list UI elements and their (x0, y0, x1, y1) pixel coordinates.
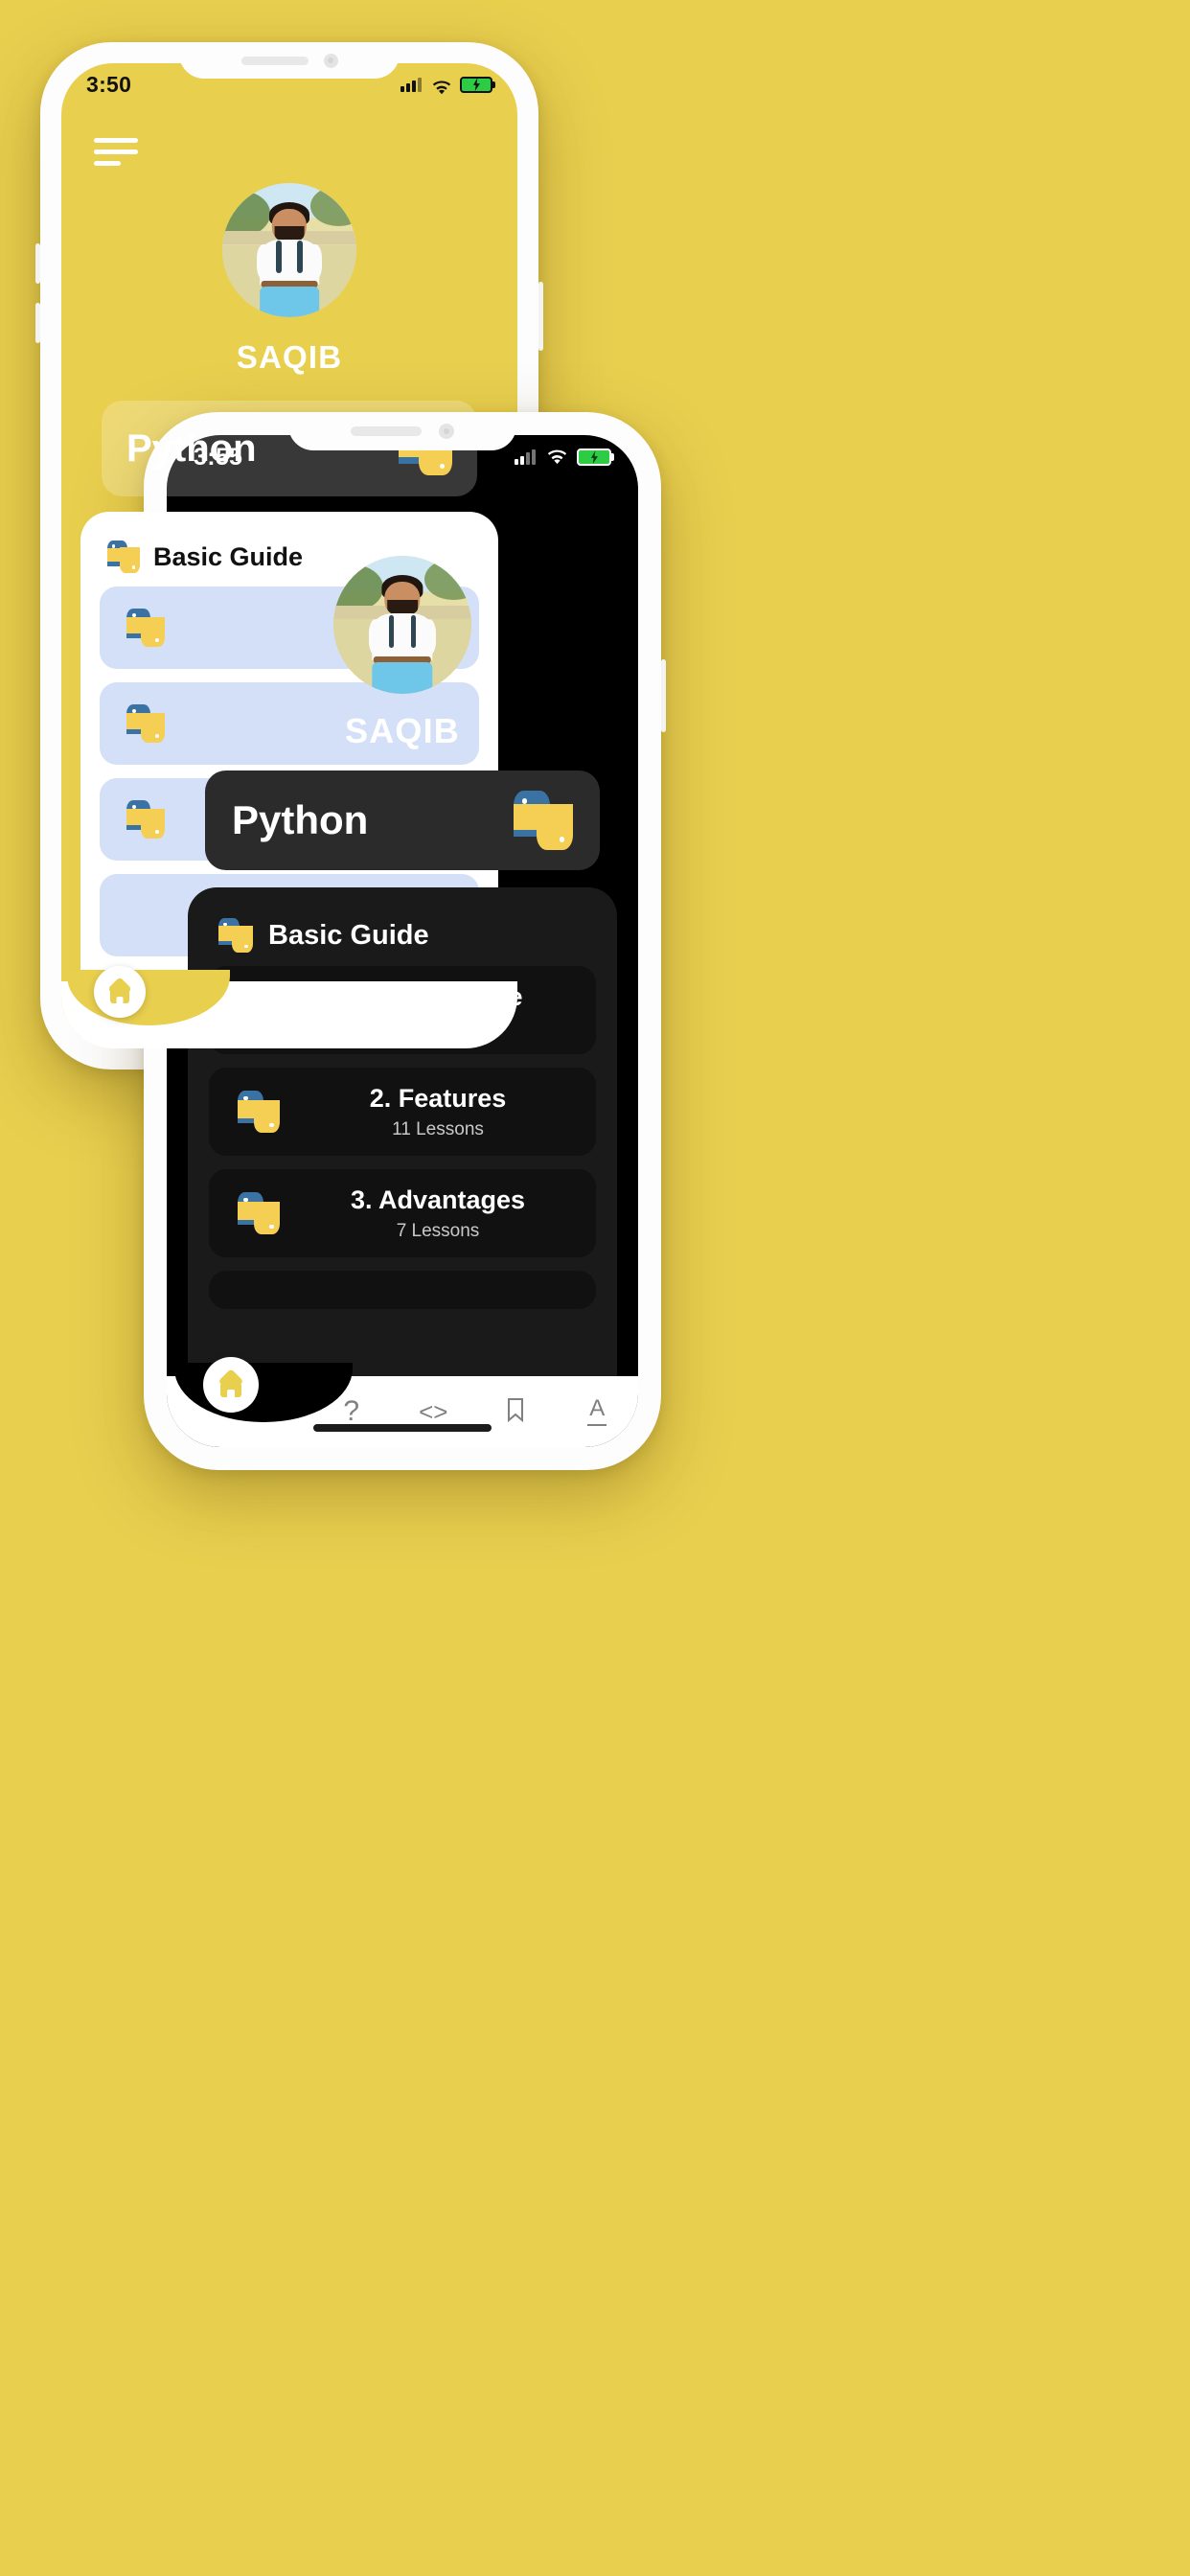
front-camera (439, 424, 454, 439)
python-logo-icon (126, 704, 165, 743)
battery-charging-icon (577, 448, 614, 466)
home-icon[interactable] (94, 966, 146, 1018)
list-item-partial[interactable] (209, 1271, 596, 1309)
battery-charging-icon (460, 76, 495, 93)
wifi-icon (547, 449, 567, 466)
lesson-count: 11 Lessons (392, 1118, 484, 1139)
python-card-label: Python (232, 797, 369, 842)
lesson-text: 3. Advantages 7 Lessons (280, 1185, 596, 1242)
avatar[interactable] (333, 556, 471, 694)
avatar-wrapper (222, 183, 356, 317)
front-phone-notch (288, 412, 516, 450)
list-item[interactable]: 3. Advantages 7 Lessons (209, 1169, 596, 1257)
guide-section-title: Basic Guide (268, 919, 429, 951)
power-button[interactable] (538, 282, 543, 351)
avatar-wrapper (333, 556, 471, 694)
font-size-icon: A (587, 1397, 607, 1426)
python-card[interactable]: Python (205, 770, 600, 870)
front-bottom-nav: ? <> A (167, 1357, 639, 1447)
status-time: 3:50 (86, 71, 132, 97)
home-icon[interactable] (203, 1357, 259, 1413)
nav-bookmark-button[interactable] (474, 1397, 557, 1427)
front-camera (323, 53, 338, 68)
bookmark-icon (505, 1397, 526, 1427)
nav-help-button[interactable]: ? (310, 1395, 393, 1428)
code-brackets-icon: <> (419, 1396, 448, 1426)
hamburger-menu-icon[interactable] (203, 514, 251, 551)
back-bottom-nav (61, 966, 517, 1048)
signal-icon (515, 449, 538, 465)
power-button[interactable] (661, 659, 666, 732)
python-logo-icon (126, 800, 165, 839)
home-indicator-bar[interactable] (313, 1424, 492, 1432)
python-logo-icon (237, 1192, 281, 1234)
volume-up-button[interactable] (35, 243, 40, 284)
nav-code-button[interactable]: <> (393, 1397, 475, 1427)
nav-font-button[interactable]: A (557, 1397, 639, 1426)
list-item[interactable]: 2. Features 11 Lessons (209, 1068, 596, 1156)
lesson-text: 2. Features 11 Lessons (280, 1084, 596, 1140)
status-time: 3:55 (194, 443, 243, 471)
guide-panel-header: Basic Guide (188, 887, 617, 953)
avatar[interactable] (222, 183, 356, 317)
python-logo-icon (126, 609, 165, 647)
profile-name: SAQIB (236, 339, 343, 375)
python-logo-icon (237, 1091, 281, 1133)
status-icons (400, 76, 495, 95)
hamburger-menu-icon[interactable] (94, 138, 138, 172)
python-logo-icon (217, 918, 254, 953)
earpiece-speaker (351, 426, 422, 436)
lesson-title: 2. Features (369, 1083, 507, 1113)
python-logo-icon (106, 540, 141, 573)
status-icons (515, 448, 614, 466)
back-phone-notch (179, 42, 400, 79)
wifi-icon (432, 77, 451, 95)
volume-down-button[interactable] (35, 303, 40, 343)
lesson-count: 7 Lessons (396, 1220, 480, 1241)
lesson-title: 3. Advantages (350, 1184, 526, 1214)
python-logo-icon (513, 791, 574, 850)
profile-name: SAQIB (344, 711, 460, 750)
signal-icon (400, 77, 423, 92)
earpiece-speaker (240, 56, 309, 65)
question-mark-icon: ? (343, 1395, 360, 1427)
